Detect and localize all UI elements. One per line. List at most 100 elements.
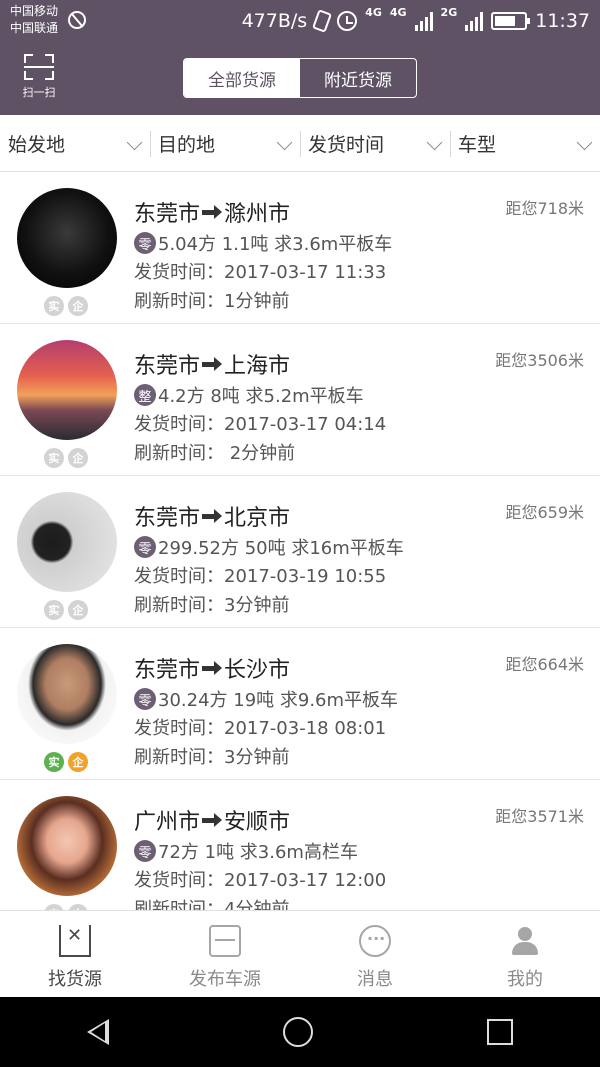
scan-icon	[24, 54, 54, 80]
distance: 距您659米	[505, 503, 584, 522]
refresh-time: 刷新时间：3分钟前	[134, 595, 290, 616]
scan-label: 扫一扫	[22, 86, 56, 99]
filter-origin[interactable]: 始发地	[0, 115, 150, 171]
route-from: 广州市	[134, 810, 201, 835]
cargo-detail: 零 72方 1吨 求3.6m高栏车	[134, 838, 358, 864]
route: 东莞市 长沙市	[134, 652, 290, 684]
nav-messages[interactable]: 消息	[300, 911, 450, 997]
load-type-badge: 零	[134, 536, 156, 558]
cargo-spec: 5.04方 1.1吨 求3.6m平板车	[158, 234, 393, 255]
route-from: 东莞市	[134, 658, 201, 683]
app-header: 扫一扫 全部货源 附近货源	[0, 42, 600, 115]
refresh-time: 刷新时间：1分钟前	[134, 291, 290, 312]
verification-badges: 实 企	[44, 600, 88, 620]
load-type-badge: 零	[134, 688, 156, 710]
cargo-search-icon	[59, 925, 91, 957]
nav-profile[interactable]: 我的	[450, 911, 600, 997]
load-type-badge: 整	[134, 384, 156, 406]
route-from: 东莞市	[134, 506, 201, 531]
battery-icon	[491, 12, 531, 30]
avatar[interactable]	[17, 644, 117, 744]
tab-nearby-cargo[interactable]: 附近货源	[300, 59, 416, 97]
enterprise-badge: 企	[68, 752, 88, 772]
carrier-info: 中国移动 中国联通	[10, 3, 58, 37]
cargo-detail: 整 4.2方 8吨 求5.2m平板车	[134, 382, 364, 408]
status-bar: 中国移动 中国联通 477B/s 4G 4G 2G 11:37	[0, 0, 600, 42]
alarm-icon	[337, 11, 358, 31]
filter-destination-label: 目的地	[158, 133, 216, 156]
cargo-spec: 30.24方 19吨 求9.6m平板车	[158, 690, 399, 711]
verification-badges: 实 企	[44, 448, 88, 468]
verification-badges: 实 企	[44, 752, 88, 772]
route-to: 上海市	[224, 354, 291, 379]
network-type-1: 4G	[365, 6, 382, 19]
chat-icon	[359, 925, 391, 957]
nav-publish-vehicle[interactable]: 发布车源	[150, 911, 300, 997]
clock: 11:37	[535, 10, 590, 32]
chevron-down-icon	[276, 134, 293, 151]
tab-all-cargo[interactable]: 全部货源	[184, 59, 300, 97]
recent-apps-icon[interactable]	[487, 1019, 513, 1045]
cargo-spec: 72方 1吨 求3.6m高栏车	[158, 842, 358, 863]
nav-find-cargo[interactable]: 找货源	[0, 911, 150, 997]
carrier-1: 中国移动	[10, 4, 59, 18]
system-nav-bar	[0, 997, 600, 1067]
nav-profile-label: 我的	[507, 969, 543, 990]
network-type-2: 4G	[389, 6, 407, 19]
signal-icon-1	[414, 11, 433, 31]
list-item[interactable]: 实 企 东莞市 上海市 距您3506米 整 4.2方 8吨 求5.2m平板车 发…	[0, 324, 600, 476]
cargo-spec: 299.52方 50吨 求16m平板车	[158, 538, 404, 559]
enterprise-badge: 企	[68, 600, 88, 620]
cargo-list: 实 企 东莞市 滁州市 距您718米 零 5.04方 1.1吨 求3.6m平板车…	[0, 172, 600, 910]
refresh-time: 刷新时间：4分钟前	[134, 899, 290, 910]
filter-destination[interactable]: 目的地	[150, 115, 300, 171]
route-from: 东莞市	[134, 202, 201, 227]
user-icon	[509, 925, 541, 957]
cargo-detail: 零 5.04方 1.1吨 求3.6m平板车	[134, 230, 392, 256]
ship-time: 发货时间：2017-03-17 04:14	[134, 414, 387, 435]
avatar[interactable]	[17, 796, 117, 896]
distance: 距您718米	[505, 199, 584, 218]
arrow-right-icon	[202, 357, 223, 371]
status-indicators: 477B/s 4G 4G 2G 11:37	[242, 0, 590, 42]
real-name-badge: 实	[44, 296, 64, 316]
nav-find-cargo-label: 找货源	[48, 969, 102, 990]
route: 广州市 安顺市	[134, 804, 290, 836]
ship-time: 发货时间：2017-03-17 12:00	[134, 870, 387, 891]
refresh-time: 刷新时间：3分钟前	[134, 747, 290, 768]
real-name-badge: 实	[44, 752, 64, 772]
back-icon[interactable]	[87, 1019, 109, 1045]
arrow-right-icon	[202, 661, 223, 675]
enterprise-badge: 企	[68, 448, 88, 468]
refresh-time: 刷新时间： 2分钟前	[134, 443, 296, 464]
distance: 距您664米	[505, 655, 584, 674]
cargo-source-tabs: 全部货源 附近货源	[183, 58, 417, 98]
list-item[interactable]: 实 企 东莞市 滁州市 距您718米 零 5.04方 1.1吨 求3.6m平板车…	[0, 172, 600, 324]
list-item[interactable]: 实 企 东莞市 北京市 距您659米 零 299.52方 50吨 求16m平板车…	[0, 476, 600, 628]
distance: 距您3571米	[495, 807, 584, 826]
carrier-2: 中国联通	[10, 21, 59, 35]
load-type-badge: 零	[134, 232, 156, 254]
ship-time: 发货时间：2017-03-17 11:33	[134, 262, 387, 283]
no-sim-icon	[68, 11, 86, 29]
filter-vehicle-type[interactable]: 车型	[450, 115, 600, 171]
avatar[interactable]	[17, 492, 117, 592]
home-icon[interactable]	[283, 1017, 313, 1047]
list-item[interactable]: 实 企 东莞市 长沙市 距您664米 零 30.24方 19吨 求9.6m平板车…	[0, 628, 600, 780]
vibrate-icon	[312, 9, 333, 33]
route: 东莞市 滁州市	[134, 196, 290, 228]
nav-publish-vehicle-label: 发布车源	[189, 969, 261, 990]
chevron-down-icon	[426, 134, 443, 151]
real-name-badge: 实	[44, 600, 64, 620]
load-type-badge: 零	[134, 840, 156, 862]
avatar[interactable]	[17, 340, 117, 440]
filter-bar: 始发地 目的地 发货时间 车型	[0, 115, 600, 172]
list-item[interactable]: 实 企 广州市 安顺市 距您3571米 零 72方 1吨 求3.6m高栏车 发货…	[0, 780, 600, 910]
scan-button[interactable]: 扫一扫	[16, 54, 62, 104]
cargo-spec: 4.2方 8吨 求5.2m平板车	[158, 386, 364, 407]
enterprise-badge: 企	[68, 296, 88, 316]
arrow-right-icon	[202, 509, 223, 523]
route-to: 长沙市	[224, 658, 291, 683]
avatar[interactable]	[17, 188, 117, 288]
filter-ship-time[interactable]: 发货时间	[300, 115, 450, 171]
